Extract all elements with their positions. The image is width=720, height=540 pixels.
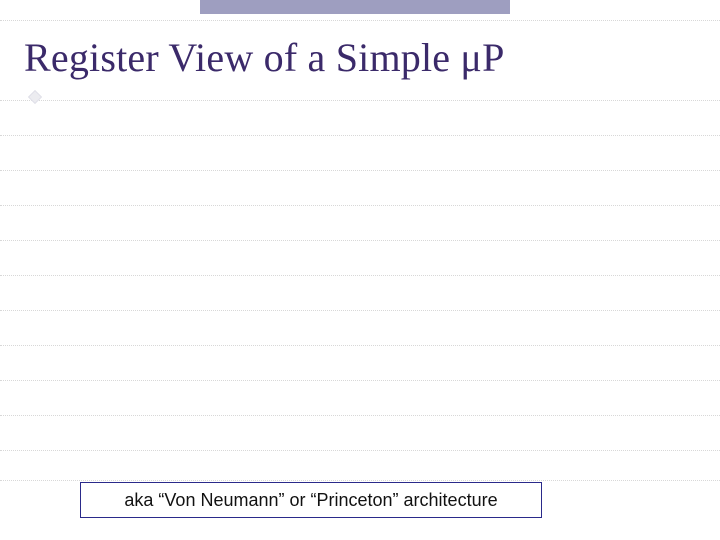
notebook-rule bbox=[0, 205, 720, 206]
notebook-rule bbox=[0, 345, 720, 346]
notebook-rule bbox=[0, 380, 720, 381]
notebook-rule bbox=[0, 240, 720, 241]
notebook-rule bbox=[0, 310, 720, 311]
notebook-rule bbox=[0, 20, 720, 21]
slide-title: Register View of a Simple μP bbox=[24, 34, 505, 81]
notebook-rule bbox=[0, 415, 720, 416]
caption-text: aka “Von Neumann” or “Princeton” archite… bbox=[124, 490, 497, 511]
notebook-rule bbox=[0, 100, 720, 101]
notebook-rule bbox=[0, 480, 720, 481]
notebook-rule bbox=[0, 170, 720, 171]
slide-accent-bar bbox=[200, 0, 510, 14]
notebook-rule bbox=[0, 135, 720, 136]
slide: Register View of a Simple μP aka “Von Ne… bbox=[0, 0, 720, 540]
notebook-rule bbox=[0, 275, 720, 276]
caption-box: aka “Von Neumann” or “Princeton” archite… bbox=[80, 482, 542, 518]
notebook-rule bbox=[0, 450, 720, 451]
title-bullet-icon bbox=[28, 90, 42, 104]
